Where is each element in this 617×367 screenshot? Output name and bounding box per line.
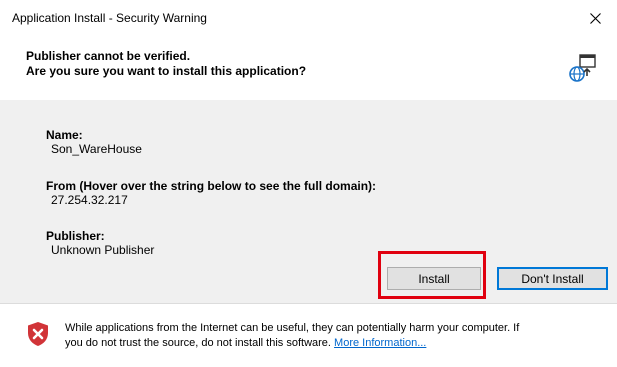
name-value: Son_WareHouse: [51, 142, 142, 156]
shield-warning-icon: [28, 322, 48, 346]
more-information-link[interactable]: More Information...: [334, 337, 426, 349]
from-value[interactable]: 27.254.32.217: [51, 193, 128, 207]
install-button[interactable]: Install: [387, 267, 481, 290]
globe-install-icon: [569, 54, 596, 82]
footer-text-line-2: you do not trust the source, do not inst…: [65, 337, 331, 349]
title-bar: Application Install - Security Warning: [0, 0, 617, 36]
details-panel: Name: Son_WareHouse From (Hover over the…: [0, 100, 617, 303]
from-label: From (Hover over the string below to see…: [46, 179, 377, 193]
publisher-value: Unknown Publisher: [51, 243, 155, 257]
security-footer: While applications from the Internet can…: [0, 304, 617, 367]
publisher-label: Publisher:: [46, 229, 105, 243]
warning-line-1: Publisher cannot be verified.: [26, 49, 191, 63]
footer-text-line-1: While applications from the Internet can…: [65, 322, 520, 334]
dont-install-button[interactable]: Don't Install: [497, 267, 608, 290]
window-title: Application Install - Security Warning: [12, 11, 207, 25]
warning-header: Publisher cannot be verified. Are you su…: [0, 36, 617, 100]
close-icon: [589, 12, 601, 24]
name-label: Name:: [46, 128, 83, 142]
close-button[interactable]: [573, 0, 617, 36]
warning-line-2: Are you sure you want to install this ap…: [26, 64, 307, 78]
footer-text-line-2-container: you do not trust the source, do not inst…: [65, 337, 426, 349]
